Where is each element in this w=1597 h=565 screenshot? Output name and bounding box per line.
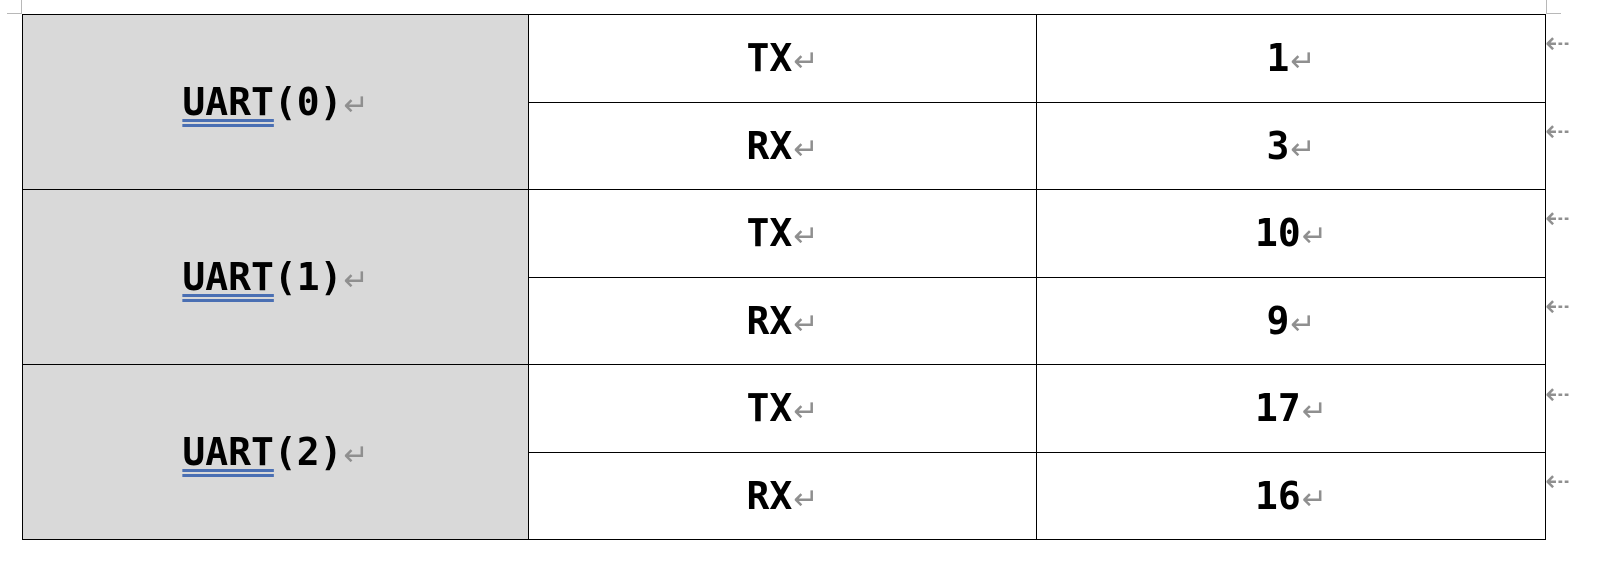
end-of-row-mark-icon: ⇠ — [1545, 114, 1571, 149]
pin-cell[interactable]: 9↵ — [1036, 276, 1546, 365]
signal-cell[interactable]: TX↵ — [528, 189, 1037, 278]
uart-prefix: UART — [182, 80, 274, 124]
paragraph-mark-icon: ↵ — [793, 219, 819, 255]
signal-label: TX — [746, 211, 793, 256]
paragraph-mark-icon: ↵ — [343, 438, 369, 473]
end-of-row-mark-icon: ⇠ — [1545, 377, 1571, 412]
paragraph-mark-icon: ↵ — [343, 88, 369, 123]
pin-number: 17 — [1255, 386, 1301, 431]
page-corner-mark-right — [1546, 0, 1561, 14]
uart-name: UART(2)↵ — [182, 430, 368, 474]
uart-pin-table: UART(0)↵ TX↵ 1↵ RX↵ 3↵ UART(1)↵ TX↵ 10↵ … — [22, 14, 1546, 540]
pin-number: 1 — [1266, 36, 1290, 81]
table-row: UART(1)↵ TX↵ 10↵ — [22, 189, 1546, 365]
table-row: UART(2)↵ TX↵ 17↵ — [22, 364, 1546, 540]
uart-name-cell[interactable]: UART(2)↵ — [22, 364, 529, 540]
end-of-row-mark-icon: ⇠ — [1545, 26, 1571, 61]
uart-name-cell[interactable]: UART(1)↵ — [22, 189, 529, 365]
end-of-row-mark-icon: ⇠ — [1545, 464, 1571, 499]
page-corner-mark-left — [7, 0, 22, 14]
signal-label: RX — [746, 298, 793, 343]
signal-label: TX — [746, 386, 793, 431]
paragraph-mark-icon: ↵ — [1301, 481, 1327, 517]
signal-label: RX — [746, 123, 793, 168]
uart-index: (0) — [273, 80, 343, 124]
paragraph-mark-icon: ↵ — [1290, 44, 1316, 80]
end-of-row-mark-icon: ⇠ — [1545, 289, 1571, 324]
pin-cell[interactable]: 17↵ — [1036, 364, 1546, 453]
signal-cell[interactable]: TX↵ — [528, 364, 1037, 453]
paragraph-mark-icon: ↵ — [793, 131, 819, 167]
paragraph-mark-icon: ↵ — [793, 306, 819, 342]
pin-number: 16 — [1255, 473, 1301, 518]
signal-cell[interactable]: RX↵ — [528, 276, 1037, 365]
paragraph-mark-icon: ↵ — [793, 44, 819, 80]
pin-number: 9 — [1266, 298, 1290, 343]
pin-number: 10 — [1255, 211, 1301, 256]
paragraph-mark-icon: ↵ — [1290, 306, 1316, 342]
uart-prefix: UART — [182, 430, 274, 474]
paragraph-mark-icon: ↵ — [1301, 394, 1327, 430]
uart-index: (1) — [273, 255, 343, 299]
signal-cell[interactable]: TX↵ — [528, 14, 1037, 103]
paragraph-mark-icon: ↵ — [1290, 131, 1316, 167]
uart-name: UART(1)↵ — [182, 255, 368, 299]
signal-label: TX — [746, 36, 793, 81]
uart-prefix: UART — [182, 255, 274, 299]
paragraph-mark-icon: ↵ — [343, 263, 369, 298]
paragraph-mark-icon: ↵ — [793, 481, 819, 517]
pin-number: 3 — [1266, 123, 1290, 168]
paragraph-mark-icon: ↵ — [1301, 219, 1327, 255]
uart-index: (2) — [273, 430, 343, 474]
pin-cell[interactable]: 10↵ — [1036, 189, 1546, 278]
pin-cell[interactable]: 16↵ — [1036, 451, 1546, 540]
paragraph-mark-icon: ↵ — [793, 394, 819, 430]
uart-name: UART(0)↵ — [182, 80, 368, 124]
signal-label: RX — [746, 473, 793, 518]
table-row: UART(0)↵ TX↵ 1↵ — [22, 14, 1546, 190]
uart-name-cell[interactable]: UART(0)↵ — [22, 14, 529, 190]
pin-cell[interactable]: 3↵ — [1036, 101, 1546, 190]
pin-cell[interactable]: 1↵ — [1036, 14, 1546, 103]
signal-cell[interactable]: RX↵ — [528, 101, 1037, 190]
end-of-row-mark-icon: ⇠ — [1545, 201, 1571, 236]
signal-cell[interactable]: RX↵ — [528, 451, 1037, 540]
